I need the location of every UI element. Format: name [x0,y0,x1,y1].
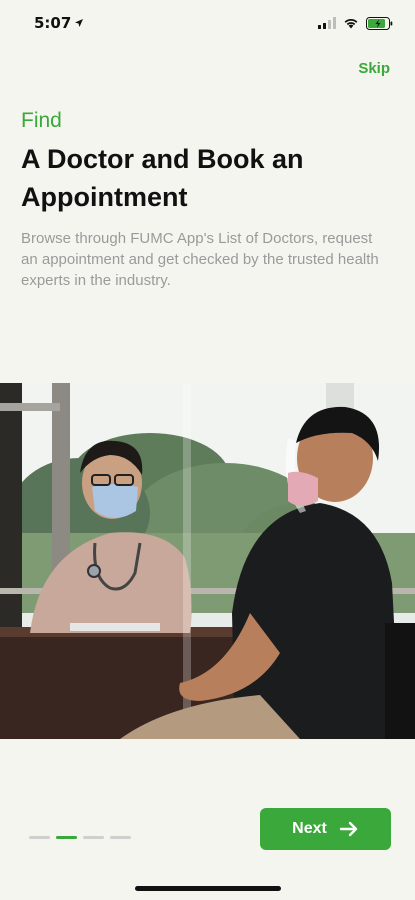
wifi-icon [344,19,358,29]
hero-image [0,383,415,739]
onboarding-description: Browse through FUMC App's List of Doctor… [21,230,379,289]
page-indicators [29,836,131,839]
page-indicator-4 [110,836,131,839]
onboarding-kicker: Find [21,109,62,132]
location-arrow-icon [75,19,84,27]
home-indicator [135,886,281,891]
arrow-right-icon [339,821,358,837]
status-time: 5:07 [34,14,84,32]
status-icons [318,16,393,30]
status-time-label: 5:07 [34,14,72,32]
page-indicator-3 [83,836,104,839]
next-button[interactable]: Next [260,808,391,850]
page-indicator-1 [29,836,50,839]
battery-charging-icon [366,16,393,30]
doctor-consultation-illustration [0,383,415,739]
skip-button[interactable]: Skip [358,60,390,77]
cellular-signal-icon [318,17,336,29]
next-button-label: Next [292,820,327,837]
status-bar: 5:07 [0,0,415,46]
page-indicator-2-active [56,836,77,839]
onboarding-headline: A Doctor and Book an Appointment [21,144,304,212]
